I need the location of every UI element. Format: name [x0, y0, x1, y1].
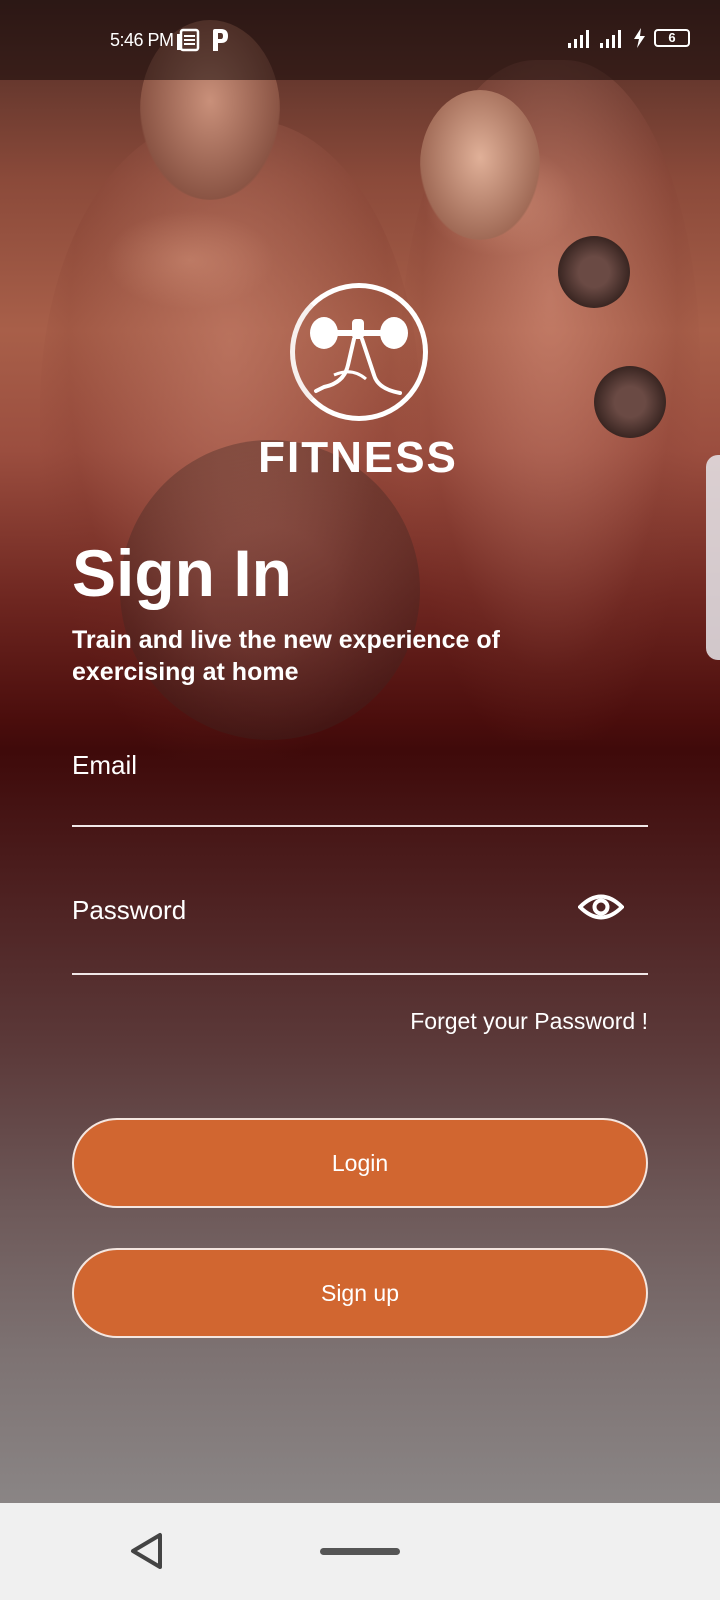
- background-photo-woman-head: [420, 90, 540, 240]
- fitness-logo: FITNESS: [246, 283, 470, 483]
- email-input[interactable]: [72, 735, 572, 795]
- edge-panel-handle[interactable]: [706, 455, 720, 660]
- app-screen: FITNESS Sign In Train and live the new e…: [0, 0, 720, 1503]
- dumbbell-weight: [558, 236, 630, 308]
- home-pill-icon[interactable]: [320, 1548, 400, 1555]
- signup-button[interactable]: Sign up: [72, 1248, 648, 1338]
- status-notification-icons: [176, 28, 230, 52]
- page-subtitle: Train and live the new experience of exe…: [72, 626, 500, 686]
- p-icon: [213, 29, 228, 51]
- eye-icon[interactable]: [578, 890, 624, 924]
- charging-icon: [634, 28, 645, 48]
- forgot-password-link[interactable]: Forget your Password !: [410, 1008, 648, 1035]
- news-icon: [177, 28, 200, 52]
- back-icon[interactable]: [128, 1531, 164, 1571]
- login-button[interactable]: Login: [72, 1118, 648, 1208]
- password-field: [72, 880, 648, 975]
- dumbbell-weight: [594, 366, 666, 438]
- page-title: Sign In: [72, 536, 292, 610]
- status-time: 5:46 PM: [110, 30, 174, 50]
- status-bar: 5:46 PM 6: [0, 0, 720, 80]
- status-system-icons: 6: [568, 28, 690, 48]
- signal-icon: [600, 30, 621, 48]
- logo-text: FITNESS: [258, 433, 458, 482]
- weightlifter-icon: [310, 317, 408, 395]
- battery-icon: 6: [654, 29, 690, 47]
- signal-icon: [568, 30, 589, 48]
- password-input[interactable]: [72, 880, 572, 940]
- email-field: [72, 735, 648, 827]
